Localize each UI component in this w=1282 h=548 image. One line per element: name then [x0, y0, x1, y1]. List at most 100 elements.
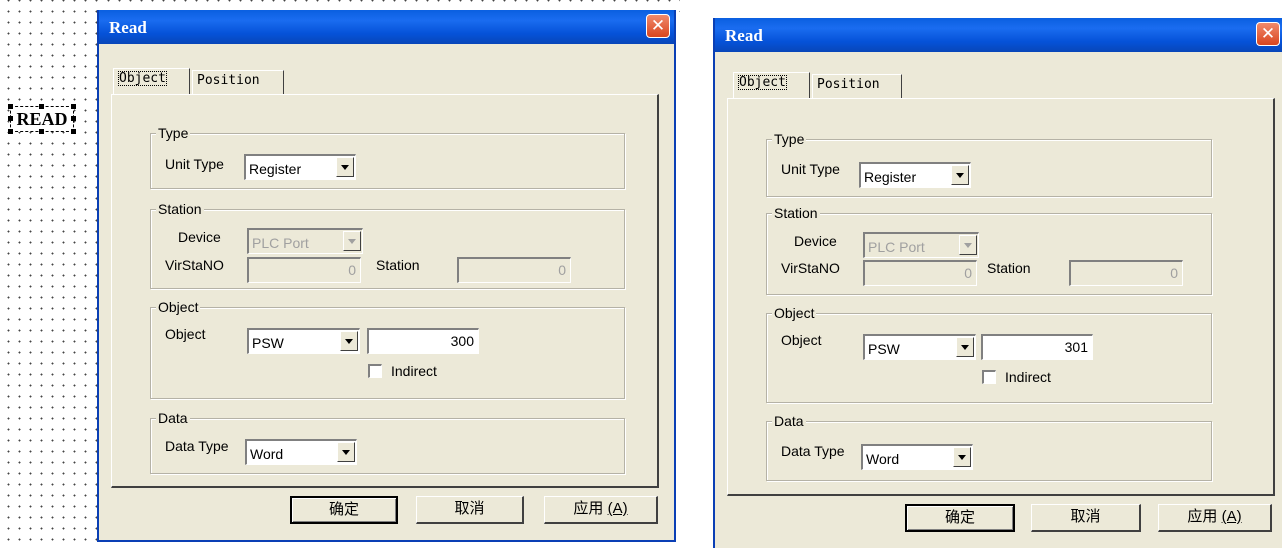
- group-object: Object Object PSW 300 Indirect: [150, 299, 625, 399]
- data-type-value: Word: [866, 451, 900, 467]
- resize-handle[interactable]: [8, 129, 13, 134]
- resize-handle[interactable]: [39, 129, 44, 134]
- tab-object[interactable]: Object: [113, 68, 190, 95]
- close-button[interactable]: ✕: [1256, 22, 1280, 46]
- read-widget-label: READ: [16, 109, 68, 129]
- apply-button-shortcut: (A): [1221, 508, 1242, 525]
- station-label: Station: [987, 260, 1031, 276]
- group-type-label: Type: [772, 131, 807, 147]
- close-button[interactable]: ✕: [646, 14, 670, 38]
- tab-position-label: Position: [197, 73, 260, 88]
- chevron-down-icon[interactable]: [340, 331, 358, 351]
- unit-type-label: Unit Type: [165, 156, 224, 172]
- group-object: Object Object PSW 301 Indirect: [766, 305, 1212, 403]
- resize-handle[interactable]: [71, 104, 76, 109]
- title-bar[interactable]: Read ✕: [99, 10, 674, 44]
- unit-type-value: Register: [864, 169, 917, 185]
- dialog-title: Read: [109, 18, 147, 37]
- group-data: Data Data Type Word: [150, 410, 625, 474]
- device-value: PLC Port: [252, 235, 309, 251]
- cancel-button-label: 取消: [1070, 508, 1101, 525]
- close-icon: ✕: [650, 16, 666, 36]
- resize-handle[interactable]: [8, 104, 13, 109]
- title-bar[interactable]: Read ✕: [715, 18, 1282, 52]
- cancel-button[interactable]: 取消: [416, 496, 524, 524]
- chevron-down-icon[interactable]: [951, 165, 969, 185]
- dialog-title: Read: [725, 26, 763, 45]
- virstano-field: 0: [863, 260, 977, 286]
- group-data-label: Data: [772, 413, 806, 429]
- tab-object[interactable]: Object: [733, 72, 810, 99]
- object-address-input[interactable]: 300: [367, 328, 479, 354]
- close-icon: ✕: [1260, 24, 1276, 44]
- indirect-checkbox[interactable]: [982, 370, 996, 384]
- virstano-label: VirStaNO: [165, 257, 224, 273]
- resize-handle[interactable]: [8, 116, 13, 121]
- group-data-label: Data: [156, 410, 190, 426]
- data-type-label: Data Type: [165, 438, 229, 454]
- apply-button[interactable]: 应用 (A): [1158, 504, 1272, 532]
- station-label: Station: [376, 257, 420, 273]
- device-label: Device: [178, 229, 221, 245]
- device-label: Device: [794, 233, 837, 249]
- unit-type-value: Register: [249, 161, 302, 177]
- object-type-select[interactable]: PSW: [247, 328, 360, 354]
- chevron-down-icon[interactable]: [956, 337, 974, 357]
- object-address-input[interactable]: 301: [981, 334, 1093, 360]
- data-type-select[interactable]: Word: [245, 439, 357, 465]
- indirect-label: Indirect: [391, 363, 437, 379]
- apply-button[interactable]: 应用 (A): [544, 496, 658, 524]
- ok-button[interactable]: 确定: [905, 504, 1015, 532]
- object-type-value: PSW: [252, 335, 284, 351]
- cancel-button-label: 取消: [454, 500, 485, 517]
- group-type-label: Type: [156, 125, 191, 141]
- resize-handle[interactable]: [71, 116, 76, 121]
- ok-button-label: 确定: [328, 501, 359, 518]
- ok-button-label: 确定: [944, 509, 975, 526]
- group-station: Station Device PLC Port VirStaNO 0 Stati…: [766, 205, 1212, 295]
- data-type-select[interactable]: Word: [861, 444, 973, 470]
- object-type-value: PSW: [868, 341, 900, 357]
- cancel-button[interactable]: 取消: [1031, 504, 1141, 532]
- resize-handle[interactable]: [39, 104, 44, 109]
- read-widget[interactable]: READ: [8, 104, 76, 134]
- object-type-select[interactable]: PSW: [863, 334, 976, 360]
- virstano-field: 0: [247, 257, 361, 283]
- indirect-checkbox[interactable]: [368, 364, 382, 378]
- apply-button-shortcut: (A): [607, 500, 628, 517]
- apply-button-label: 应用: [1187, 508, 1218, 525]
- chevron-down-icon: [959, 235, 977, 255]
- tab-position[interactable]: Position: [812, 74, 902, 98]
- chevron-down-icon: [343, 231, 361, 251]
- object-label: Object: [165, 326, 206, 342]
- unit-type-select[interactable]: Register: [244, 154, 356, 180]
- ok-button[interactable]: 确定: [290, 496, 398, 524]
- device-select: PLC Port: [863, 232, 979, 258]
- read-dialog: Read ✕ Object Position Type Unit Type Re…: [713, 18, 1282, 548]
- group-data: Data Data Type Word: [766, 413, 1212, 481]
- group-object-label: Object: [772, 305, 817, 321]
- data-type-label: Data Type: [781, 443, 845, 459]
- unit-type-label: Unit Type: [781, 161, 840, 177]
- group-station-label: Station: [772, 205, 820, 221]
- virstano-label: VirStaNO: [781, 260, 840, 276]
- group-station-label: Station: [156, 201, 204, 217]
- object-label: Object: [781, 332, 822, 348]
- resize-handle[interactable]: [71, 129, 76, 134]
- unit-type-select[interactable]: Register: [859, 162, 971, 188]
- group-type: Type Unit Type Register: [150, 125, 625, 189]
- apply-button-label: 应用: [573, 500, 604, 517]
- chevron-down-icon[interactable]: [337, 442, 355, 462]
- device-value: PLC Port: [868, 239, 925, 255]
- device-select: PLC Port: [247, 228, 363, 254]
- tab-position[interactable]: Position: [192, 70, 284, 94]
- tab-object-label: Object: [738, 75, 787, 90]
- group-type: Type Unit Type Register: [766, 131, 1212, 197]
- tab-object-label: Object: [118, 71, 167, 86]
- group-object-label: Object: [156, 299, 201, 315]
- chevron-down-icon[interactable]: [336, 157, 354, 177]
- indirect-label: Indirect: [1005, 369, 1051, 385]
- station-field: 0: [457, 257, 571, 283]
- group-station: Station Device PLC Port VirStaNO 0 Stati…: [150, 201, 625, 289]
- chevron-down-icon[interactable]: [953, 447, 971, 467]
